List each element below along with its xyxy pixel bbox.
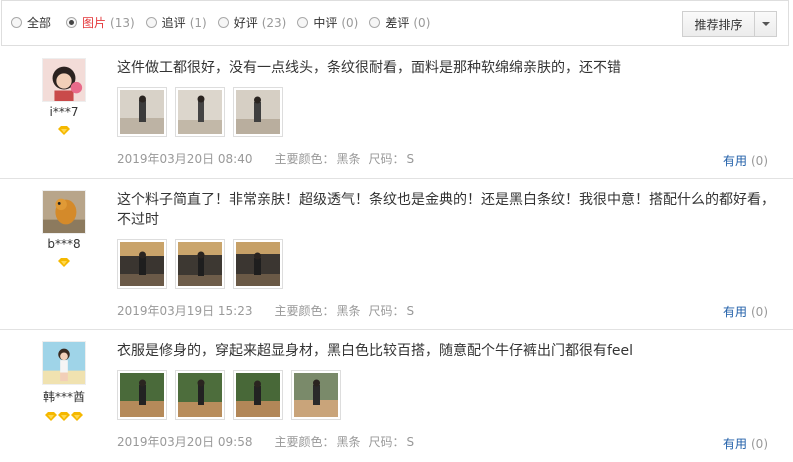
review-item: i***7 这件做工都很好，没有一点线头，条纹很耐看，面料是那种软绵绵亲肤的，还… [0, 47, 793, 179]
helpful-vote: 有用 (0) [723, 435, 768, 452]
review-text: 这件做工都很好，没有一点线头，条纹很耐看，面料是那种软绵绵亲肤的，还不错 [117, 60, 621, 76]
review-date: 2019年03月20日 09:58 [117, 435, 253, 449]
helpful-vote: 有用 (0) [723, 152, 768, 169]
helpful-vote: 有用 (0) [723, 303, 768, 320]
review-date: 2019年03月20日 08:40 [117, 152, 253, 166]
color-label: 主要颜色： [274, 152, 335, 166]
review-meta: 2019年03月20日 09:58 主要颜色： 黑条 尺码： S [117, 433, 777, 450]
member-level-badges [40, 126, 88, 135]
diamond-icon [71, 412, 83, 421]
sort-dropdown-toggle[interactable] [754, 12, 776, 36]
sort-label: 推荐排序 [694, 17, 743, 32]
review-photo-thumbnail[interactable] [233, 370, 283, 420]
filter-count: (1) [189, 15, 207, 30]
filter-label: 全部 [27, 16, 52, 30]
reviewer: 韩***酋 [40, 341, 88, 421]
color-value: 黑条 [336, 304, 361, 318]
review-meta: 2019年03月20日 08:40 主要颜色： 黑条 尺码： S [117, 150, 777, 167]
member-level-badges [40, 412, 88, 421]
radio-icon[interactable] [297, 17, 309, 28]
filter-neutral[interactable]: 中评 (0) [297, 14, 358, 31]
reviewer-name: i***7 [49, 105, 79, 119]
diamond-icon [58, 126, 70, 135]
review-photos [117, 87, 777, 137]
color-label: 主要颜色： [274, 435, 335, 449]
filter-followup[interactable]: 追评 (1) [145, 14, 207, 31]
review-photos [117, 370, 777, 420]
filter-count: (23) [261, 15, 287, 30]
helpful-button[interactable]: 有用 [723, 437, 747, 451]
helpful-count: (0) [751, 437, 768, 451]
filter-positive[interactable]: 好评 (23) [217, 14, 287, 31]
member-level-badges [40, 258, 88, 267]
helpful-button[interactable]: 有用 [723, 305, 747, 319]
radio-checked-icon[interactable] [66, 17, 78, 28]
review-meta: 2019年03月19日 15:23 主要颜色： 黑条 尺码： S [117, 302, 777, 319]
size-value: S [406, 151, 415, 166]
filter-label: 图片 [82, 16, 107, 30]
filter-label: 差评 [385, 16, 410, 30]
review-text: 这个料子简直了！非常亲肤！超级透气！条纹也是金典的！还是黑白条纹！我很中意！搭配… [117, 192, 775, 228]
filter-negative[interactable]: 差评 (0) [369, 14, 430, 31]
review-photo-thumbnail[interactable] [291, 370, 341, 420]
girl-avatar-icon [42, 341, 86, 385]
review-content: 衣服是修身的，穿起来超显身材，黑白色比较百搭，随意配个牛仔裤出门都很有feel … [117, 341, 777, 450]
color-value: 黑条 [336, 435, 361, 449]
filter-label: 追评 [161, 16, 186, 30]
dog-avatar-icon [42, 190, 86, 234]
filter-group: 全部 图片 (13) 追评 (1) 好评 (23) 中评 (0) 差评 (0) [11, 14, 441, 31]
diamond-icon [58, 412, 70, 421]
color-label: 主要颜色： [274, 304, 335, 318]
radio-icon[interactable] [11, 17, 22, 28]
review-photo-thumbnail[interactable] [175, 239, 225, 289]
diamond-icon [58, 258, 70, 267]
review-photo-thumbnail[interactable] [117, 370, 167, 420]
review-content: 这个料子简直了！非常亲肤！超级透气！条纹也是金典的！还是黑白条纹！我很中意！搭配… [117, 190, 777, 319]
filter-label: 好评 [233, 16, 258, 30]
reviewer: i***7 [40, 58, 88, 135]
girl-avatar-icon [42, 58, 86, 102]
size-value: S [406, 434, 415, 449]
review-filter-bar: 全部 图片 (13) 追评 (1) 好评 (23) 中评 (0) 差评 (0) [1, 0, 789, 46]
review-photo-thumbnail[interactable] [233, 87, 283, 137]
filter-photos[interactable]: 图片 (13) [66, 14, 135, 31]
chevron-down-icon [761, 22, 770, 26]
review-item: b***8 这个料子简直了！非常亲肤！超级透气！条纹也是金典的！还是黑白条纹！我… [0, 179, 793, 330]
review-content: 这件做工都很好，没有一点线头，条纹很耐看，面料是那种软绵绵亲肤的，还不错 201… [117, 58, 777, 167]
filter-count: (0) [341, 15, 359, 30]
review-photo-thumbnail[interactable] [117, 239, 167, 289]
radio-icon[interactable] [369, 17, 381, 28]
radio-icon[interactable] [145, 17, 157, 28]
filter-count: (0) [413, 15, 431, 30]
helpful-count: (0) [751, 154, 768, 168]
review-photo-thumbnail[interactable] [175, 370, 225, 420]
review-date: 2019年03月19日 15:23 [117, 304, 253, 318]
size-label: 尺码： [368, 435, 405, 449]
radio-icon[interactable] [217, 17, 229, 28]
size-label: 尺码： [368, 152, 405, 166]
size-label: 尺码： [368, 304, 405, 318]
color-value: 黑条 [336, 152, 361, 166]
diamond-icon [45, 412, 57, 421]
review-photos [117, 239, 777, 289]
reviewer-name: 韩***酋 [42, 390, 85, 404]
helpful-button[interactable]: 有用 [723, 154, 747, 168]
review-text: 衣服是修身的，穿起来超显身材，黑白色比较百搭，随意配个牛仔裤出门都很有feel [117, 343, 634, 359]
review-photo-thumbnail[interactable] [175, 87, 225, 137]
filter-count: (13) [110, 15, 135, 30]
helpful-count: (0) [751, 305, 768, 319]
filter-all[interactable]: 全部 [11, 14, 55, 31]
sort-dropdown[interactable]: 推荐排序 [682, 11, 777, 37]
filter-label: 中评 [313, 16, 338, 30]
review-photo-thumbnail[interactable] [117, 87, 167, 137]
size-value: S [406, 303, 415, 318]
reviewer: b***8 [40, 190, 88, 267]
reviewer-name: b***8 [47, 237, 81, 251]
review-photo-thumbnail[interactable] [233, 239, 283, 289]
review-item: 韩***酋 衣服是修身的，穿起来超显身材，黑白色比较百搭，随意配个牛仔裤出门都很… [0, 330, 793, 462]
